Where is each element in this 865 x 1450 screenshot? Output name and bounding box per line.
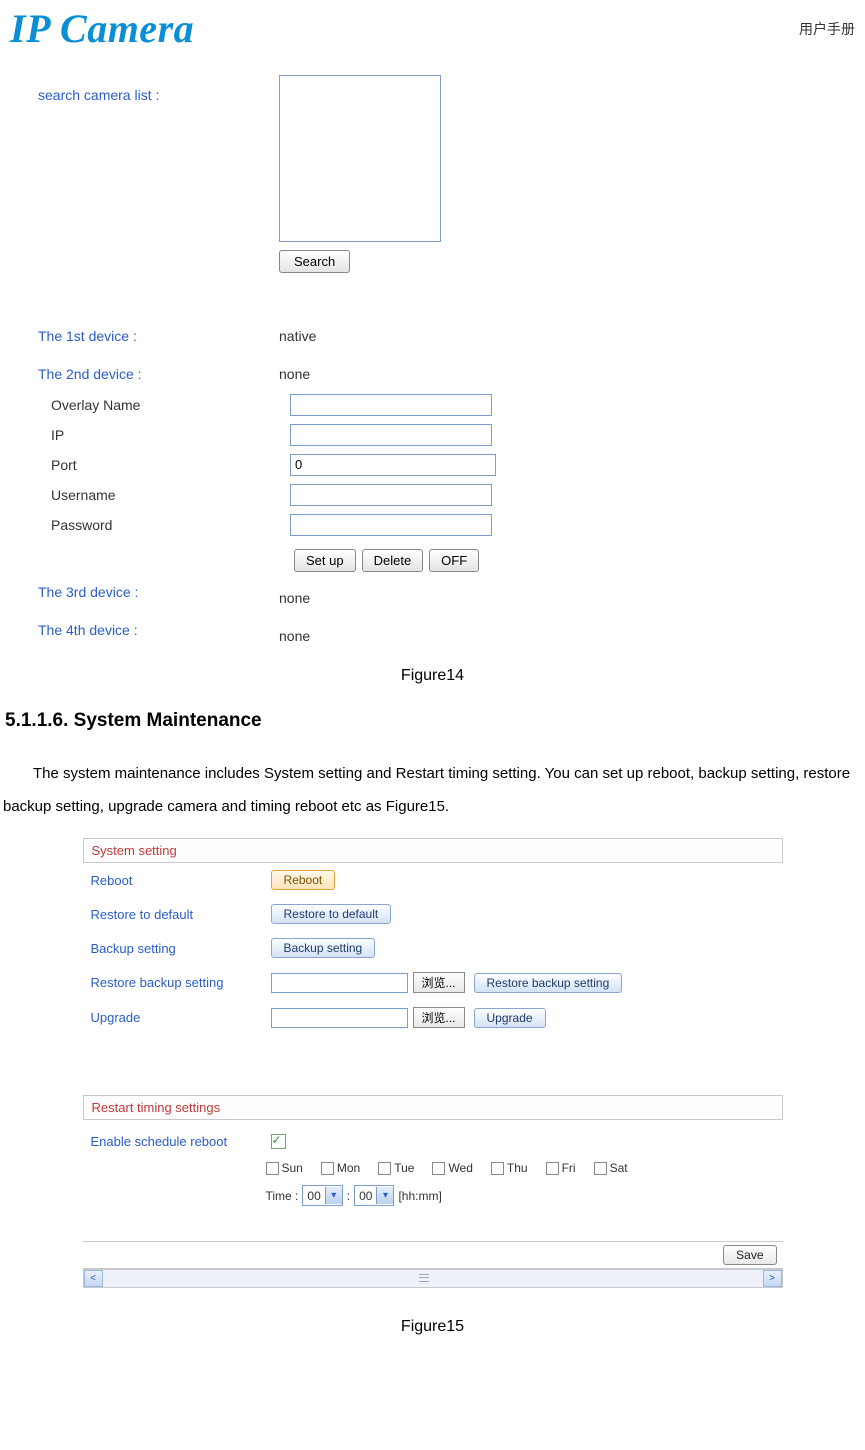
section-heading: 5.1.1.6. System Maintenance bbox=[5, 710, 865, 732]
backup-setting-button[interactable]: Backup setting bbox=[271, 938, 376, 958]
backup-setting-label: Backup setting bbox=[91, 941, 266, 956]
day-thu-label: Thu bbox=[507, 1161, 528, 1175]
overlay-name-input[interactable] bbox=[290, 394, 492, 416]
setup-button[interactable]: Set up bbox=[294, 549, 356, 572]
hour-select[interactable]: 00 ▾ bbox=[302, 1185, 342, 1206]
restore-default-button[interactable]: Restore to default bbox=[271, 904, 392, 924]
overlay-name-label: Overlay Name bbox=[51, 397, 140, 413]
manual-label: 用户手册 bbox=[799, 19, 855, 39]
figure14-caption: Figure14 bbox=[0, 667, 865, 685]
system-setting-header: System setting bbox=[83, 838, 783, 863]
day-thu-checkbox[interactable] bbox=[491, 1162, 504, 1175]
search-button[interactable]: Search bbox=[279, 250, 350, 273]
device2-label: The 2nd device : bbox=[38, 366, 142, 382]
ip-input[interactable] bbox=[290, 424, 492, 446]
restore-backup-browse-button[interactable]: 浏览... bbox=[413, 972, 465, 993]
restore-default-label: Restore to default bbox=[91, 907, 266, 922]
day-fri-checkbox[interactable] bbox=[546, 1162, 559, 1175]
day-sun-checkbox[interactable] bbox=[266, 1162, 279, 1175]
device4-value: none bbox=[279, 628, 310, 644]
upgrade-browse-button[interactable]: 浏览... bbox=[413, 1007, 465, 1028]
section-body: The system maintenance includes System s… bbox=[3, 757, 862, 823]
upgrade-label: Upgrade bbox=[91, 1010, 266, 1025]
enable-schedule-reboot-checkbox[interactable] bbox=[271, 1134, 286, 1149]
day-sat-checkbox[interactable] bbox=[594, 1162, 607, 1175]
username-label: Username bbox=[51, 487, 116, 503]
password-label: Password bbox=[51, 517, 112, 533]
dropdown-icon: ▾ bbox=[376, 1187, 393, 1204]
time-label: Time : bbox=[266, 1189, 299, 1203]
device3-value: none bbox=[279, 590, 310, 606]
delete-button[interactable]: Delete bbox=[362, 549, 424, 572]
day-mon-checkbox[interactable] bbox=[321, 1162, 334, 1175]
day-tue-label: Tue bbox=[394, 1161, 414, 1175]
password-input[interactable] bbox=[290, 514, 492, 536]
reboot-label: Reboot bbox=[91, 873, 266, 888]
horizontal-scrollbar[interactable]: < > bbox=[83, 1269, 783, 1288]
day-tue-checkbox[interactable] bbox=[378, 1162, 391, 1175]
enable-schedule-reboot-label: Enable schedule reboot bbox=[91, 1134, 266, 1149]
scroll-right-button[interactable]: > bbox=[763, 1270, 782, 1287]
logo: IP Camera bbox=[10, 5, 194, 52]
restore-backup-path-input[interactable] bbox=[271, 973, 408, 993]
port-label: Port bbox=[51, 457, 77, 473]
search-camera-list-label: search camera list : bbox=[38, 87, 159, 103]
device1-value: native bbox=[279, 328, 316, 344]
day-wed-label: Wed bbox=[448, 1161, 472, 1175]
day-mon-label: Mon bbox=[337, 1161, 360, 1175]
device3-label: The 3rd device : bbox=[38, 584, 138, 600]
restore-backup-label: Restore backup setting bbox=[91, 975, 266, 990]
scroll-left-button[interactable]: < bbox=[84, 1270, 103, 1287]
dropdown-icon: ▾ bbox=[325, 1187, 342, 1204]
minute-select[interactable]: 00 ▾ bbox=[354, 1185, 394, 1206]
username-input[interactable] bbox=[290, 484, 492, 506]
port-input[interactable]: 0 bbox=[290, 454, 496, 476]
figure15-caption: Figure15 bbox=[0, 1318, 865, 1336]
save-button[interactable]: Save bbox=[723, 1245, 776, 1265]
restore-backup-button[interactable]: Restore backup setting bbox=[474, 973, 623, 993]
restart-timing-header: Restart timing settings bbox=[83, 1095, 783, 1120]
day-sat-label: Sat bbox=[610, 1161, 628, 1175]
upgrade-path-input[interactable] bbox=[271, 1008, 408, 1028]
day-wed-checkbox[interactable] bbox=[432, 1162, 445, 1175]
days-row: Sun Mon Tue Wed Thu Fri Sat bbox=[83, 1161, 783, 1175]
time-suffix: [hh:mm] bbox=[398, 1189, 441, 1203]
reboot-button[interactable]: Reboot bbox=[271, 870, 336, 890]
device4-label: The 4th device : bbox=[38, 622, 138, 638]
upgrade-button[interactable]: Upgrade bbox=[474, 1008, 546, 1028]
device1-label: The 1st device : bbox=[38, 328, 137, 344]
figure15-screenshot: System setting Reboot Reboot Restore to … bbox=[83, 838, 783, 1288]
figure14-screenshot: search camera list : Search The 1st devi… bbox=[34, 62, 831, 652]
camera-list-box[interactable] bbox=[279, 75, 441, 242]
day-sun-label: Sun bbox=[282, 1161, 303, 1175]
day-fri-label: Fri bbox=[562, 1161, 576, 1175]
off-button[interactable]: OFF bbox=[429, 549, 479, 572]
ip-label: IP bbox=[51, 427, 64, 443]
device2-value: none bbox=[279, 366, 310, 382]
